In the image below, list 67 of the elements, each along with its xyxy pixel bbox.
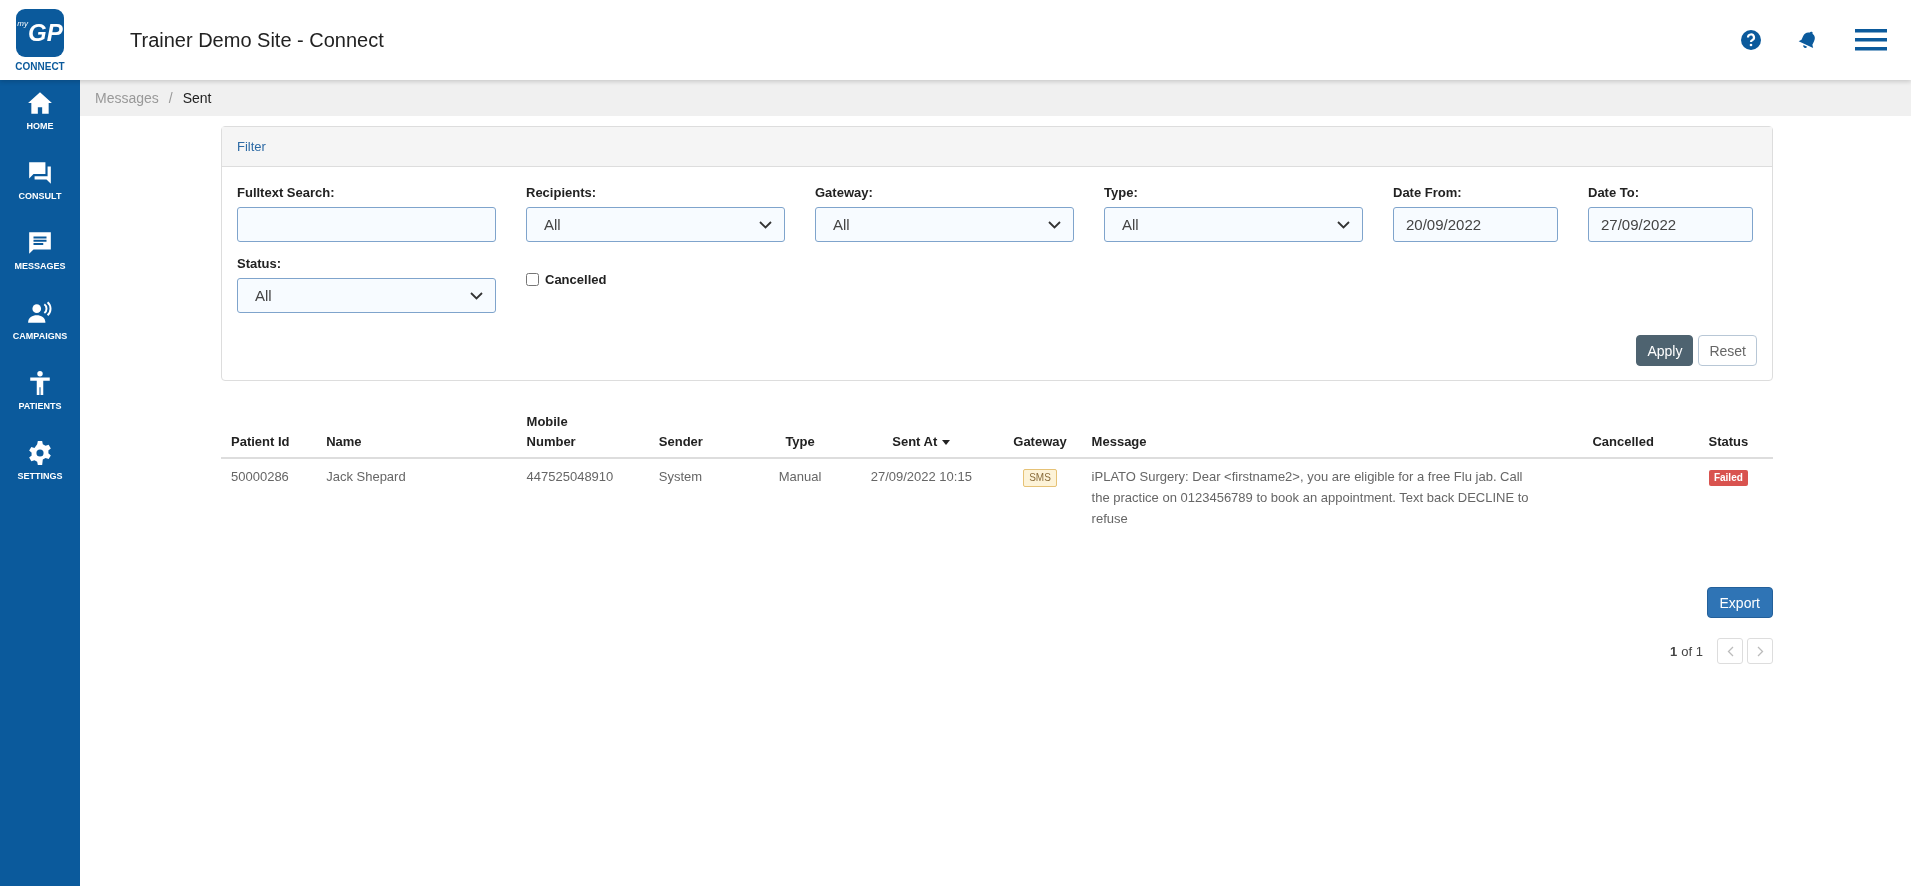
home-icon — [27, 90, 53, 116]
gateway-tag: SMS — [1023, 469, 1057, 487]
field-label: Date From: — [1393, 185, 1463, 200]
field-label: Type: — [1104, 185, 1139, 200]
filter-title: Filter — [222, 127, 1772, 167]
person-speaking-icon — [27, 300, 53, 326]
chevron-down-icon — [1048, 220, 1061, 229]
column-header[interactable]: Sent At — [892, 431, 938, 451]
nav-item[interactable]: HOME — [0, 90, 80, 160]
nav-item[interactable]: CONSULT — [0, 160, 80, 230]
field-label: Status: — [237, 256, 283, 271]
nav-item[interactable]: PATIENTS — [0, 370, 80, 440]
message-icon — [27, 230, 53, 256]
column-header[interactable]: Cancelled — [1592, 431, 1654, 451]
table-cell: Jack Shepard — [326, 469, 406, 484]
select-field[interactable]: All — [815, 207, 1074, 242]
table-cell: 50000286 — [231, 469, 289, 484]
reset-button[interactable]: Reset — [1698, 335, 1757, 366]
logo-icon: $^{my}$GP — [16, 8, 64, 57]
table-cell-text: iPLATO Surgery: Dear <firstname2>, you are eligible for a free Flu jab. Call the practice on 0123456789 to book an appointment. Text back DECLINE to refuse — [1091, 468, 1530, 528]
field-label: Gateway: — [815, 185, 874, 200]
field-label: Date To: — [1588, 185, 1641, 200]
column-header[interactable]: Patient Id — [231, 431, 290, 451]
select-field[interactable]: All — [526, 207, 785, 242]
column-header[interactable]: Sender — [658, 431, 703, 451]
checkbox-label[interactable]: Cancelled — [526, 272, 785, 287]
table-cell: Manual — [778, 469, 822, 484]
select-field[interactable]: All — [237, 278, 496, 313]
column-header[interactable]: Gateway — [1013, 431, 1067, 451]
caret-icon — [942, 439, 951, 445]
field-label: Fulltext Search: — [237, 185, 336, 200]
table-cell: 447525048910 — [526, 469, 614, 484]
select-field[interactable]: All — [1104, 207, 1363, 242]
logo-caption: CONNECT — [15, 60, 65, 72]
export-button[interactable]: Export — [1706, 587, 1773, 619]
menu-icon[interactable] — [1855, 29, 1887, 51]
column-header[interactable]: Mobile Number — [526, 412, 607, 451]
status-badge: Failed — [1708, 470, 1748, 486]
search-field[interactable] — [237, 207, 496, 242]
column-header[interactable]: Status — [1708, 431, 1749, 451]
date-field[interactable]: 27/09/2022 — [1588, 207, 1753, 242]
column-header[interactable]: Name — [326, 431, 362, 451]
breadcrumb-item: Sent — [182, 90, 212, 106]
date-field[interactable]: 20/09/2022 — [1393, 207, 1558, 242]
chevron-down-icon — [470, 291, 483, 300]
chevron-left-icon — [1726, 645, 1734, 657]
person-icon — [27, 370, 53, 396]
nav-item[interactable]: CAMPAIGNS — [0, 300, 80, 370]
table-cell: 27/09/2022 10:15 — [870, 469, 972, 484]
page-number: 1 — [1670, 643, 1678, 659]
site-title: Trainer Demo Site - Connect — [130, 28, 385, 52]
field-label: Recipients: — [526, 185, 598, 200]
table-cell: System — [658, 469, 703, 484]
chevron-down-icon — [759, 220, 772, 229]
nav-item[interactable]: SETTINGS — [0, 440, 80, 510]
apply-button[interactable]: Apply — [1636, 335, 1694, 366]
help-icon[interactable] — [1741, 30, 1761, 50]
column-header[interactable]: Message — [1091, 431, 1147, 451]
chevron-down-icon — [1337, 220, 1350, 229]
settings-icon — [27, 440, 53, 466]
column-header[interactable]: Type — [785, 431, 815, 451]
nav-item[interactable]: MESSAGES — [0, 230, 80, 300]
chevron-right-icon — [1756, 645, 1764, 657]
cancelled-checkbox[interactable] — [526, 273, 539, 286]
breadcrumb-separator: / — [168, 90, 173, 106]
chat-icon — [27, 160, 53, 186]
page-total: of 1 — [1681, 643, 1703, 659]
